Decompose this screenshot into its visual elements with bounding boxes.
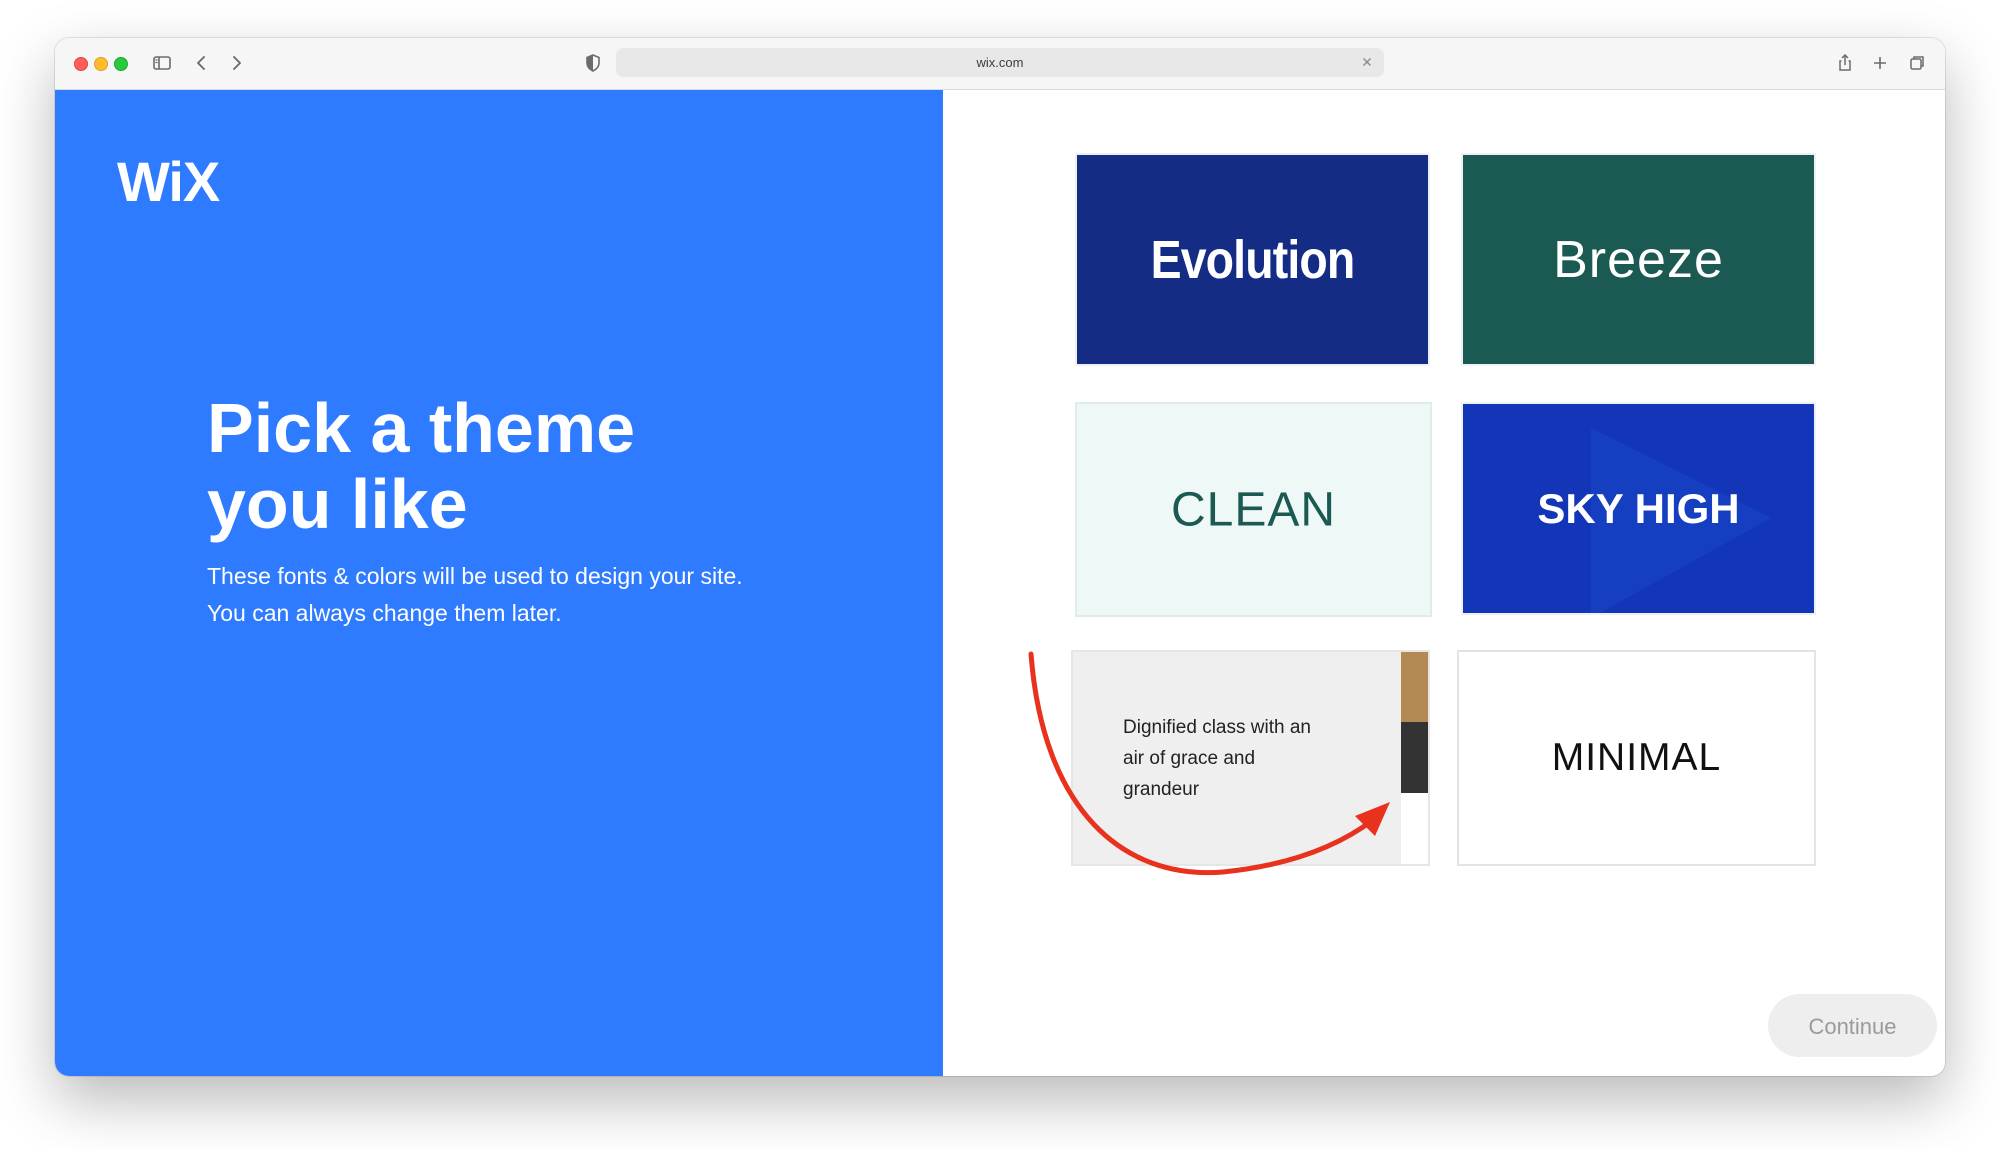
theme-name: CLEAN bbox=[1170, 483, 1337, 536]
privacy-shield-icon[interactable] bbox=[580, 50, 606, 76]
theme-card-breeze[interactable]: Breeze bbox=[1461, 153, 1816, 366]
wix-logo[interactable]: WiX bbox=[117, 149, 220, 214]
title-line: Pick a theme bbox=[207, 389, 635, 467]
minimize-window-button[interactable] bbox=[94, 57, 108, 71]
color-swatch-gold bbox=[1401, 652, 1428, 722]
sidebar-toggle-icon[interactable] bbox=[149, 50, 175, 76]
page-description: These fonts & colors will be used to des… bbox=[207, 558, 743, 632]
clear-url-icon[interactable] bbox=[1358, 53, 1376, 71]
browser-window: wix.com WiX Pick a theme you like These … bbox=[55, 38, 1945, 1076]
description-line: grandeur bbox=[1123, 779, 1200, 800]
share-icon[interactable] bbox=[1832, 50, 1858, 76]
forward-icon[interactable] bbox=[223, 50, 249, 76]
description-line: These fonts & colors will be used to des… bbox=[207, 563, 743, 589]
page-title: Pick a theme you like bbox=[207, 390, 827, 542]
zoom-window-button[interactable] bbox=[114, 57, 128, 71]
address-bar[interactable]: wix.com bbox=[616, 48, 1384, 77]
description-line: You can always change them later. bbox=[207, 600, 562, 626]
new-tab-icon[interactable] bbox=[1867, 50, 1893, 76]
tab-overview-icon[interactable] bbox=[1903, 50, 1929, 76]
theme-card-sky-high[interactable]: SKY HIGH bbox=[1461, 402, 1816, 615]
theme-picker: Evolution Breeze CLEAN SKY HIGH Dignifie… bbox=[943, 90, 1945, 1076]
description-line: Dignified class with an bbox=[1123, 717, 1311, 738]
continue-button[interactable]: Continue bbox=[1768, 994, 1937, 1057]
theme-card-evolution[interactable]: Evolution bbox=[1075, 153, 1430, 366]
theme-description: Dignified class with an air of grace and… bbox=[1123, 712, 1353, 805]
theme-name: SKY HIGH bbox=[1537, 484, 1740, 532]
theme-name: Breeze bbox=[1553, 230, 1724, 289]
theme-name: MINIMAL bbox=[1551, 736, 1722, 779]
close-window-button[interactable] bbox=[74, 57, 88, 71]
theme-card-minimal[interactable]: MINIMAL bbox=[1457, 650, 1816, 866]
description-line: air of grace and bbox=[1123, 748, 1256, 769]
color-swatch-white bbox=[1401, 793, 1428, 864]
theme-card-dignified[interactable]: Dignified class with an air of grace and… bbox=[1071, 650, 1430, 866]
color-swatch-charcoal bbox=[1401, 722, 1428, 793]
back-icon[interactable] bbox=[189, 50, 215, 76]
theme-name: Evolution bbox=[1150, 229, 1356, 290]
title-line: you like bbox=[207, 465, 468, 543]
intro-panel: WiX Pick a theme you like These fonts & … bbox=[55, 90, 943, 1076]
browser-toolbar: wix.com bbox=[55, 38, 1945, 90]
url-text[interactable]: wix.com bbox=[616, 55, 1384, 70]
theme-card-clean[interactable]: CLEAN bbox=[1075, 402, 1432, 617]
